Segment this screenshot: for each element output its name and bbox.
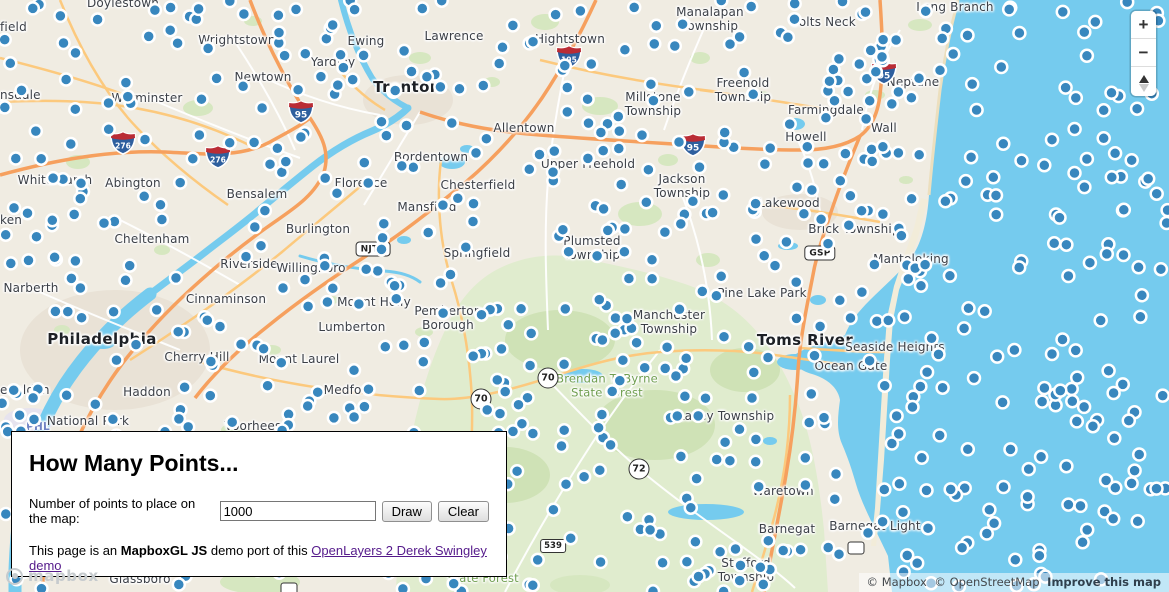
attribution: © Mapbox © OpenStreetMap Improve this ma… bbox=[858, 573, 1169, 592]
attrib-mapbox-link[interactable]: © Mapbox bbox=[867, 575, 927, 589]
compass-up-icon bbox=[1138, 75, 1149, 83]
mapbox-logo[interactable]: mapbox bbox=[6, 567, 99, 585]
clear-button[interactable]: Clear bbox=[437, 500, 489, 522]
draw-button[interactable]: Draw bbox=[381, 500, 432, 522]
footer-text: This page is an bbox=[29, 543, 121, 558]
points-count-label: Number of points to place on the map: bbox=[29, 496, 196, 526]
compass-down-icon bbox=[1138, 84, 1149, 92]
zoom-out-button[interactable]: − bbox=[1131, 39, 1156, 67]
mapbox-logo-icon bbox=[6, 567, 23, 585]
compass-button[interactable] bbox=[1131, 67, 1156, 96]
zoom-in-button[interactable]: + bbox=[1131, 11, 1156, 39]
map-canvas[interactable]: Philadelphia Trenton Toms River Doylestown f… bbox=[0, 0, 1169, 592]
footer-bold-text: MapboxGL JS bbox=[120, 543, 208, 558]
improve-map-link[interactable]: Improve this map bbox=[1047, 575, 1161, 589]
mapbox-logo-text: mapbox bbox=[28, 567, 99, 585]
points-count-input[interactable] bbox=[219, 501, 376, 521]
footer-mid-text: demo port of this bbox=[207, 543, 312, 558]
points-panel: How Many Points... Number of points to p… bbox=[11, 431, 507, 577]
attrib-osm-link[interactable]: © OpenStreetMap bbox=[934, 575, 1039, 589]
panel-title: How Many Points... bbox=[29, 450, 239, 476]
zoom-control: + − bbox=[1131, 11, 1156, 96]
